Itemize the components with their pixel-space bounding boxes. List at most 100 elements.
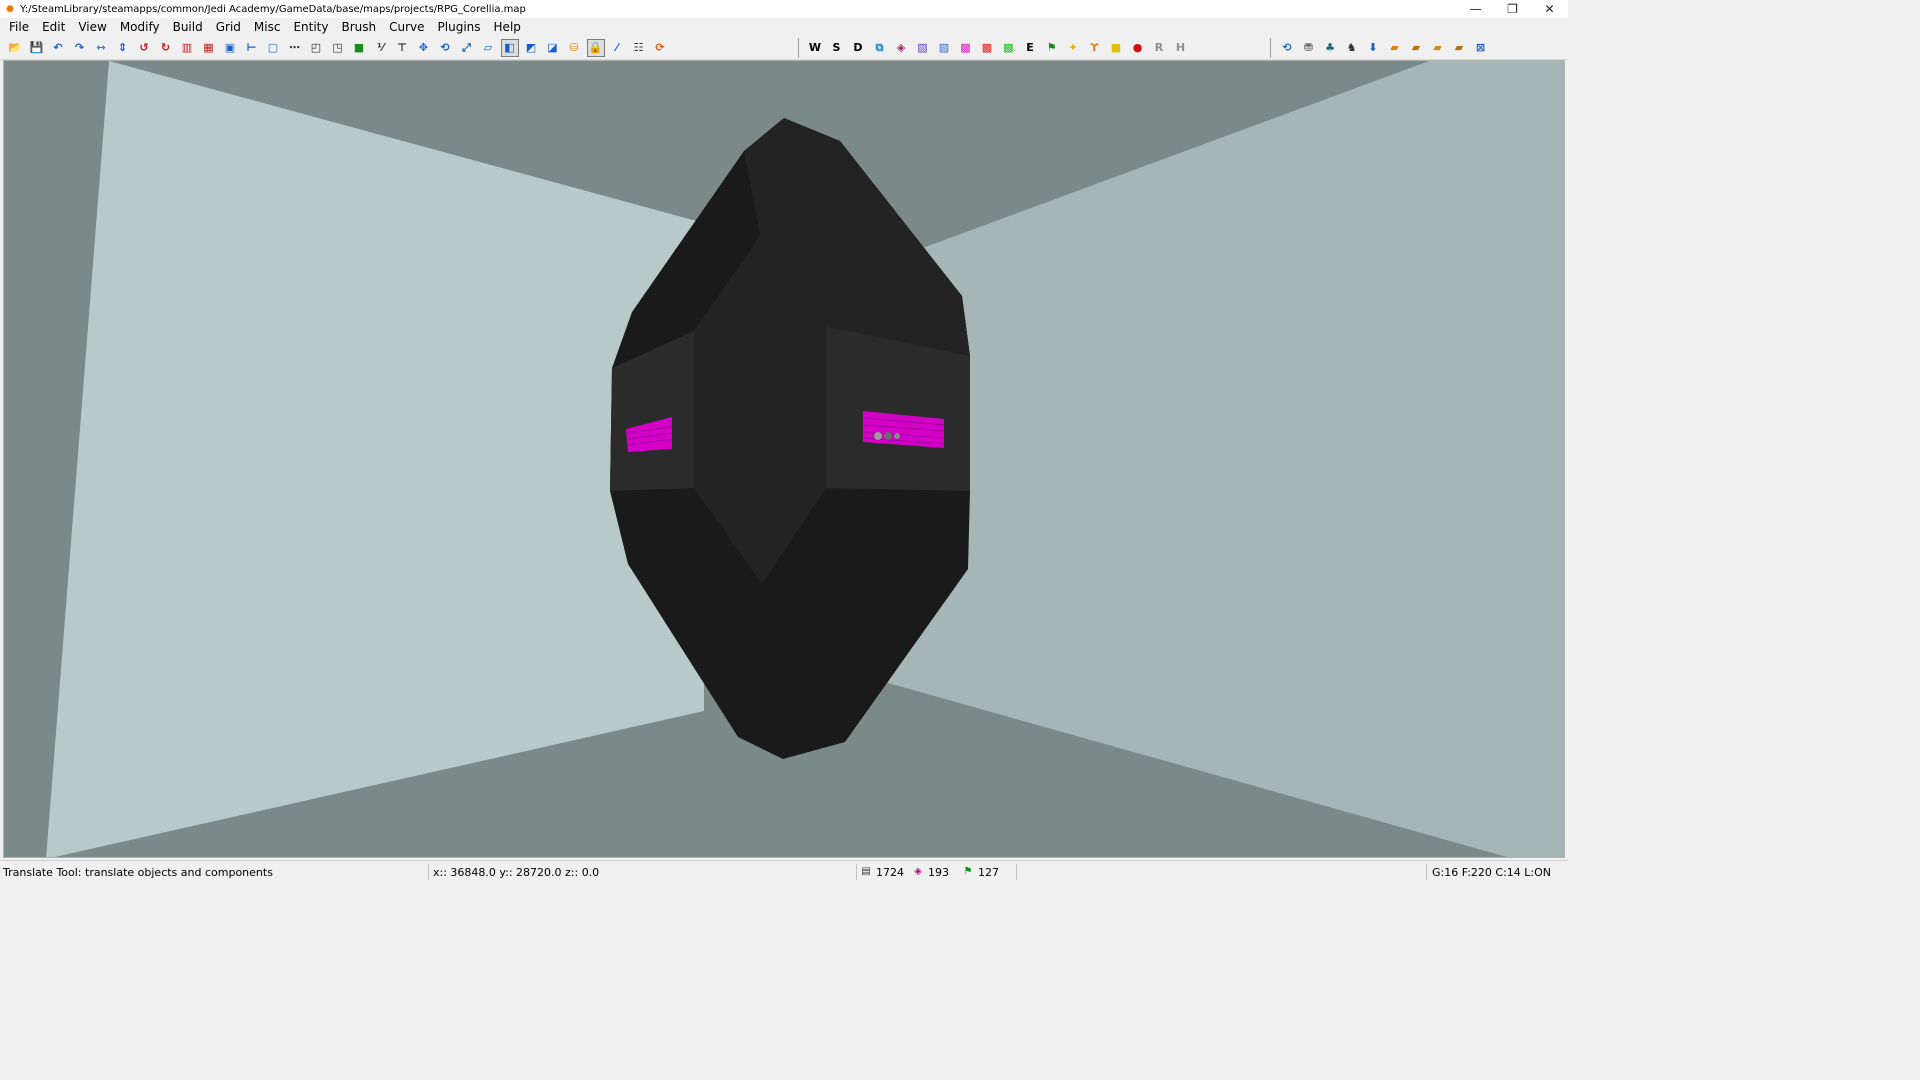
csg-subtract-button[interactable]: ▥ xyxy=(178,39,196,57)
minimize-button[interactable]: — xyxy=(1457,0,1494,18)
cylinder-button[interactable]: ⛁ xyxy=(565,39,583,57)
entity-list-icon: ☷ xyxy=(633,41,644,54)
texture-lock-button[interactable]: 🔒 xyxy=(586,38,605,57)
filter-triggers-button[interactable]: ▩ xyxy=(1000,39,1018,57)
menu-edit[interactable]: Edit xyxy=(35,20,71,34)
close-view-icon: ⊠ xyxy=(1475,41,1486,54)
shader-3-button[interactable]: ▰ xyxy=(1429,39,1447,57)
rotate-x-button[interactable]: ↺ xyxy=(135,39,153,57)
redo-icon: ↷ xyxy=(74,41,85,54)
menu-plugins[interactable]: Plugins xyxy=(431,20,487,34)
flip-x-button[interactable]: ⇿ xyxy=(92,39,110,57)
cube-clip-icon: ■ xyxy=(353,41,365,54)
filter-misc-model-icon: ϒ xyxy=(1090,41,1099,54)
cube-clip-button[interactable]: ■ xyxy=(350,39,368,57)
filter-r-icon: R xyxy=(1154,41,1164,54)
filter-botclip-button[interactable]: ■ xyxy=(1107,39,1125,57)
status-divider xyxy=(1426,864,1427,880)
save-button[interactable]: 💾 xyxy=(28,39,46,57)
menu-modify[interactable]: Modify xyxy=(113,20,166,34)
bsp-tree-button[interactable]: ♣ xyxy=(1321,39,1339,57)
shader-3-icon: ▰ xyxy=(1433,41,1442,54)
change-views-button[interactable]: ◰ xyxy=(307,39,325,57)
open-icon: 📂 xyxy=(8,41,22,54)
filter-translucent-button[interactable]: ▩ xyxy=(957,39,975,57)
shader-1-button[interactable]: ▰ xyxy=(1386,39,1404,57)
more-button[interactable]: ⋯ xyxy=(286,39,304,57)
close-button[interactable]: ✕ xyxy=(1531,0,1568,18)
hollow-button[interactable]: ▣ xyxy=(221,39,239,57)
clipper-icon: ⊢ xyxy=(246,41,257,54)
menu-curve[interactable]: Curve xyxy=(382,20,430,34)
entity-list-button[interactable]: ☷ xyxy=(630,39,648,57)
rotate-y-button[interactable]: ↻ xyxy=(157,39,175,57)
shader-4-button[interactable]: ▰ xyxy=(1450,39,1468,57)
filter-clip-button[interactable]: ▧ xyxy=(914,39,932,57)
redo-button[interactable]: ↷ xyxy=(71,39,89,57)
shader-4-icon: ▰ xyxy=(1454,41,1464,54)
skew-button[interactable]: ▱ xyxy=(479,39,497,57)
filter-world-button[interactable]: W xyxy=(806,39,824,57)
camera-viewport[interactable] xyxy=(3,60,1565,858)
bsp-entities-button[interactable]: ♞ xyxy=(1343,39,1361,57)
refresh-button[interactable]: ⟳ xyxy=(651,39,669,57)
change-views-icon: ◰ xyxy=(310,41,322,54)
filter-h-button[interactable]: H xyxy=(1172,39,1190,57)
filter-liquids-button[interactable]: ▩ xyxy=(978,39,996,57)
filter-structural-button[interactable]: S xyxy=(828,39,846,57)
open-button[interactable]: 📂 xyxy=(6,39,24,57)
shader-2-icon: ▰ xyxy=(1411,41,1421,54)
filter-structural-icon: S xyxy=(832,41,841,54)
filter-caulk-button[interactable]: ◈ xyxy=(892,39,910,57)
filter-fog-button[interactable]: ● xyxy=(1129,39,1147,57)
brush-model-button[interactable]: ⛃ xyxy=(1300,39,1318,57)
build-cycle-icon: ⟲ xyxy=(1282,41,1292,54)
patch-button[interactable]: ⊤ xyxy=(393,39,411,57)
texture-view-icon: ◳ xyxy=(332,41,343,54)
toolbar-separator xyxy=(798,38,799,58)
filter-hint-button[interactable]: ▨ xyxy=(935,39,953,57)
build-cycle-button[interactable]: ⟲ xyxy=(1278,39,1296,57)
filter-detail-button[interactable]: D xyxy=(849,39,867,57)
close-view-button[interactable]: ⊠ xyxy=(1472,39,1490,57)
clip-button[interactable]: ◪ xyxy=(544,39,562,57)
shader-2-button[interactable]: ▰ xyxy=(1407,39,1425,57)
rotate-button[interactable]: ⟲ xyxy=(436,39,454,57)
menu-misc[interactable]: Misc xyxy=(247,20,287,34)
resize-button[interactable]: ◩ xyxy=(522,39,540,57)
drag-button[interactable]: ◧ xyxy=(500,38,519,57)
restore-button[interactable]: ❐ xyxy=(1494,0,1531,18)
filter-paths-button[interactable]: ⚑ xyxy=(1043,39,1061,57)
bend-button[interactable]: ⁄ xyxy=(608,39,626,57)
flip-y-button[interactable]: ⇕ xyxy=(114,39,132,57)
texture-view-button[interactable]: ◳ xyxy=(329,39,347,57)
menu-file[interactable]: File xyxy=(0,20,35,34)
filter-lights-button[interactable]: ✦ xyxy=(1064,39,1082,57)
bsp-down-button[interactable]: ⬇ xyxy=(1364,39,1382,57)
clipper-button[interactable]: ⊢ xyxy=(243,39,261,57)
menu-help[interactable]: Help xyxy=(487,20,527,34)
filter-areaportal-button[interactable]: ⧉ xyxy=(871,39,889,57)
translate-button[interactable]: ✥ xyxy=(415,39,433,57)
filter-misc-model-button[interactable]: ϒ xyxy=(1086,39,1104,57)
brush-count-cell: ▤ 1724 xyxy=(861,861,904,883)
undo-button[interactable]: ↶ xyxy=(49,39,67,57)
menu-brush[interactable]: Brush xyxy=(335,20,383,34)
camera-change-button[interactable]: ⅟ xyxy=(372,39,390,57)
menu-build[interactable]: Build xyxy=(166,20,209,34)
scale-button[interactable]: ⤢ xyxy=(458,39,476,57)
camera-scene xyxy=(4,61,1564,857)
filter-areaportal-icon: ⧉ xyxy=(875,41,884,54)
csg-merge-button[interactable]: ▦ xyxy=(200,39,218,57)
entity-model-marker[interactable] xyxy=(874,432,900,440)
menu-view[interactable]: View xyxy=(71,20,112,34)
drag-icon: ◧ xyxy=(504,41,515,54)
menu-entity[interactable]: Entity xyxy=(286,20,334,34)
filter-r-button[interactable]: R xyxy=(1150,39,1168,57)
select-box-button[interactable]: ▢ xyxy=(264,39,282,57)
menu-grid[interactable]: Grid xyxy=(209,20,247,34)
main-toolbar: 📂 💾 ↶ ↷ ⇿ ⇕ ↺ ↻ ▥ ▦ ▣ ⊢ ▢ ⋯ ◰ ◳ ■ ⅟ ⊤ ✥ ⟲ ⤢ ▱ ◧ ◩ ◪ ⛁ 🔒 ⁄ ☷ ⟳ W S D ⧉ ◈ ▧ ▨ ▩… xyxy=(0,36,1568,60)
filter-entities-button[interactable]: E xyxy=(1021,39,1039,57)
csg-merge-icon: ▦ xyxy=(203,41,214,54)
filter-entities-icon: E xyxy=(1026,41,1034,54)
